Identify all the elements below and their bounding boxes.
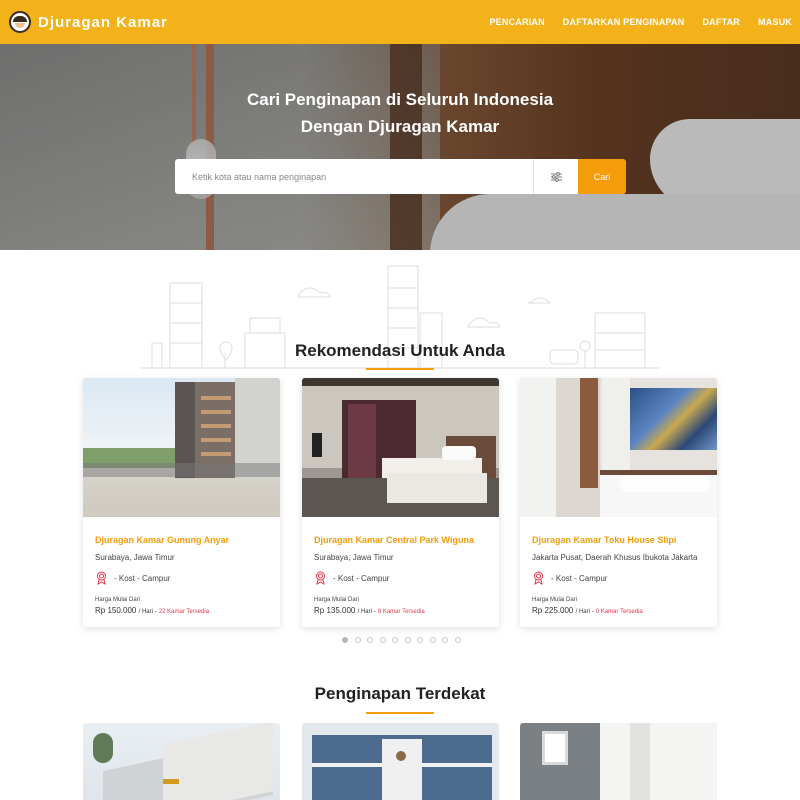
room-availability: 0 Kamar Tersedia bbox=[595, 609, 643, 615]
carousel-dot[interactable] bbox=[404, 637, 411, 643]
price-value: Rp 225.000 bbox=[532, 606, 574, 615]
nav-link-pencarian[interactable]: PENCARIAN bbox=[489, 17, 544, 27]
price-label: Harga Mulai Dari bbox=[95, 597, 141, 603]
property-card[interactable]: Djuragan Kamar Central Park Wiguna Surab… bbox=[302, 378, 499, 627]
property-price: Rp 225.000 / Hari - 0 Kamar Tersedia bbox=[532, 606, 643, 615]
nearby-property-photo[interactable] bbox=[83, 723, 280, 800]
nearby-property-photo[interactable] bbox=[520, 723, 717, 800]
nav-link-daftar[interactable]: DAFTAR bbox=[702, 17, 740, 27]
property-card[interactable]: Djuragan Kamar Gunung Anyar Surabaya, Ja… bbox=[83, 378, 280, 627]
navbar: Djuragan Kamar PENCARIAN DAFTARKAN PENGI… bbox=[0, 0, 800, 44]
property-location: Surabaya, Jawa Timur bbox=[314, 553, 394, 562]
property-card[interactable]: Djuragan Kamar Toku House Slipi Jakarta … bbox=[520, 378, 717, 627]
brand-logo-icon bbox=[9, 11, 31, 33]
property-type-label: - Kost - Campur bbox=[551, 573, 608, 583]
carousel-dot[interactable] bbox=[442, 637, 448, 643]
nav-link-daftarkan-penginapan[interactable]: DAFTARKAN PENGINAPAN bbox=[563, 17, 685, 27]
carousel-dot[interactable] bbox=[429, 637, 436, 643]
price-per: / Hari - bbox=[138, 609, 157, 615]
property-location: Surabaya, Jawa Timur bbox=[95, 553, 175, 562]
property-type: - Kost - Campur bbox=[95, 571, 170, 585]
carousel-dot[interactable] bbox=[392, 637, 398, 643]
carousel-dots bbox=[342, 637, 467, 643]
hero-title-line1: Cari Penginapan di Seluruh Indonesia bbox=[246, 90, 554, 109]
price-value: Rp 135.000 bbox=[314, 606, 356, 615]
room-availability: 22 Kamar Tersedia bbox=[158, 609, 210, 615]
carousel-dot[interactable] bbox=[354, 637, 361, 643]
sliders-icon bbox=[550, 171, 562, 182]
property-type: - Kost - Campur bbox=[532, 571, 607, 585]
property-type-label: - Kost - Campur bbox=[114, 573, 171, 583]
hero-overlay bbox=[0, 44, 800, 250]
carousel-dot[interactable] bbox=[367, 637, 373, 643]
property-name[interactable]: Djuragan Kamar Gunung Anyar bbox=[95, 535, 229, 545]
room-availability: 8 Kamar Tersedia bbox=[377, 609, 425, 615]
section-title-recommendations: Rekomendasi Untuk Anda bbox=[294, 341, 506, 360]
property-type: - Kost - Campur bbox=[314, 571, 389, 585]
search-button[interactable]: Cari bbox=[578, 159, 626, 194]
property-name[interactable]: Djuragan Kamar Toku House Slipi bbox=[532, 535, 676, 545]
title-underline bbox=[366, 712, 434, 714]
price-label: Harga Mulai Dari bbox=[532, 597, 578, 603]
carousel-dot[interactable] bbox=[454, 637, 461, 643]
nav-links: PENCARIAN DAFTARKAN PENGINAPAN DAFTAR MA… bbox=[471, 17, 792, 27]
property-price: Rp 150.000 / Hari - 22 Kamar Tersedia bbox=[95, 606, 209, 615]
brand[interactable]: Djuragan Kamar bbox=[9, 11, 168, 33]
property-type-label: - Kost - Campur bbox=[333, 573, 390, 583]
price-label: Harga Mulai Dari bbox=[314, 597, 360, 603]
search-input[interactable] bbox=[175, 159, 533, 194]
property-photo[interactable] bbox=[302, 378, 499, 517]
nav-link-masuk[interactable]: MASUK bbox=[758, 17, 792, 27]
carousel-dot[interactable] bbox=[417, 637, 423, 643]
award-badge-icon bbox=[316, 571, 325, 585]
filter-button[interactable] bbox=[533, 159, 578, 194]
award-badge-icon bbox=[534, 571, 543, 585]
title-underline bbox=[366, 368, 434, 370]
property-name[interactable]: Djuragan Kamar Central Park Wiguna bbox=[314, 535, 474, 545]
price-per: / Hari - bbox=[357, 609, 376, 615]
carousel-dot[interactable] bbox=[379, 637, 386, 643]
award-badge-icon bbox=[97, 571, 106, 585]
price-per: / Hari - bbox=[575, 609, 594, 615]
property-photo[interactable] bbox=[520, 378, 717, 517]
hero-title: Cari Penginapan di Seluruh Indonesia Den… bbox=[0, 86, 800, 140]
search-bar: Cari bbox=[175, 159, 626, 194]
property-price: Rp 135.000 / Hari - 8 Kamar Tersedia bbox=[314, 606, 425, 615]
carousel-dot[interactable] bbox=[342, 637, 348, 643]
nearby-property-photo[interactable] bbox=[302, 723, 499, 800]
section-title-nearby: Penginapan Terdekat bbox=[314, 684, 486, 703]
price-value: Rp 150.000 bbox=[95, 606, 137, 615]
property-location: Jakarta Pusat, Daerah Khusus Ibukota Jak… bbox=[532, 553, 698, 562]
hero-title-line2: Dengan Djuragan Kamar bbox=[300, 117, 500, 136]
hero-banner: Cari Penginapan di Seluruh Indonesia Den… bbox=[0, 44, 800, 250]
property-photo[interactable] bbox=[83, 378, 280, 517]
brand-name: Djuragan Kamar bbox=[38, 13, 168, 31]
